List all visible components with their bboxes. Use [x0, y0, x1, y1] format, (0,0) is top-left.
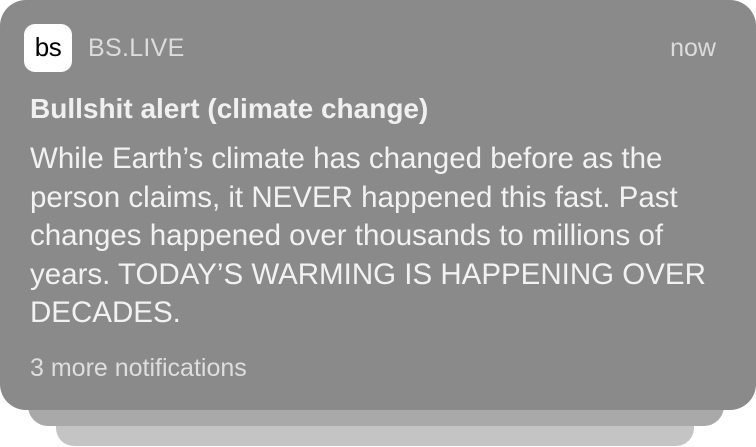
app-icon-label: bs — [34, 31, 62, 62]
app-name: BS.LIVE — [88, 34, 185, 62]
notification-body: While Earth’s climate has changed before… — [30, 142, 706, 329]
notification-title: Bullshit alert (climate change) — [30, 93, 429, 124]
notification-card[interactable]: bs BS.LIVE now Bullshit alert (climate c… — [0, 0, 756, 410]
more-notifications-label[interactable]: 3 more notifications — [30, 353, 247, 383]
notification-timestamp: now — [670, 34, 716, 62]
notification-stack[interactable]: bs BS.LIVE now Bullshit alert (climate c… — [0, 0, 756, 447]
app-icon: bs — [24, 24, 72, 72]
